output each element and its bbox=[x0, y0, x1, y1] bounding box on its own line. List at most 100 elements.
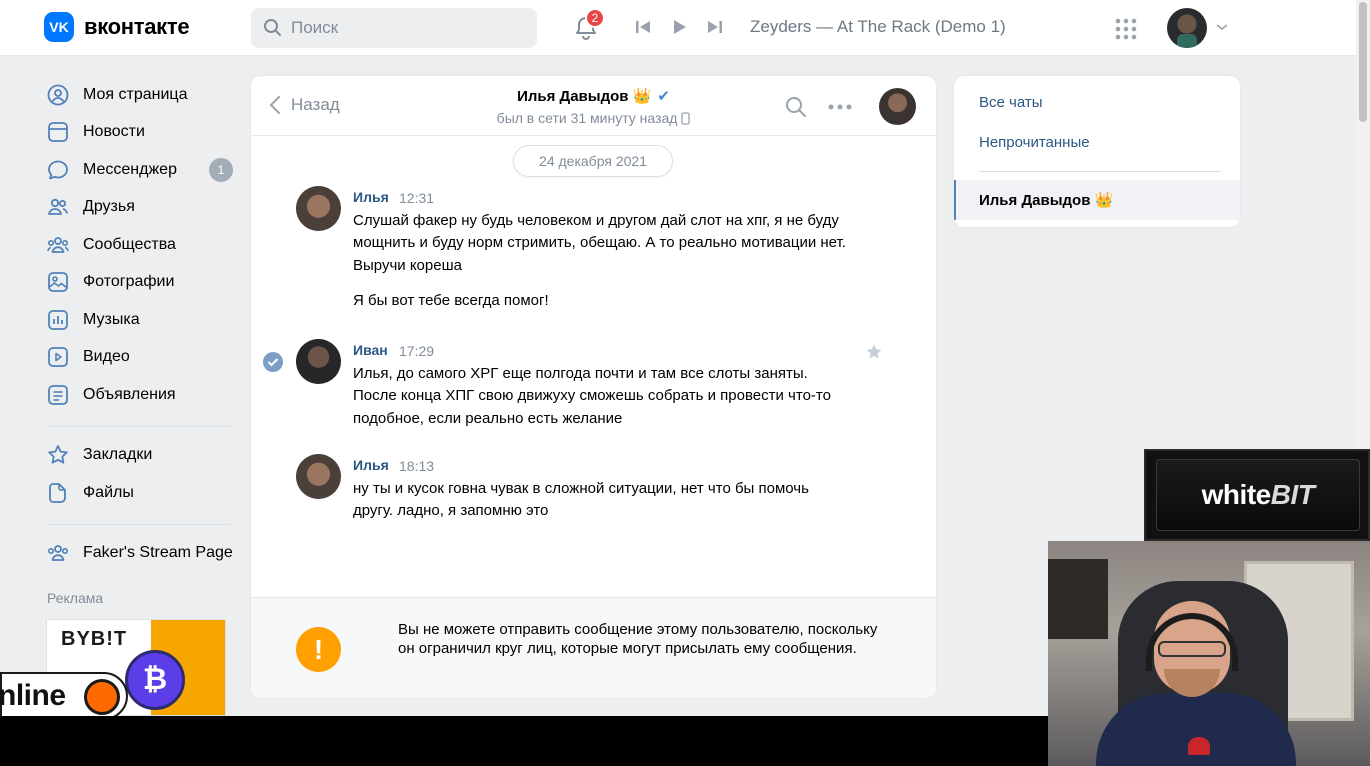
previous-track-icon[interactable] bbox=[634, 18, 652, 36]
file-icon bbox=[46, 481, 70, 505]
top-header: VK вконтакте 2 Zeyders — At The Rack (De… bbox=[0, 0, 1356, 56]
audio-player-controls bbox=[634, 18, 724, 36]
verified-icon: ✔ bbox=[657, 88, 670, 105]
sidebar-item-files[interactable]: Файлы bbox=[46, 474, 236, 512]
whitebit-white-text: white bbox=[1201, 479, 1272, 510]
active-chat-item[interactable]: Илья Давыдов 👑 bbox=[954, 180, 1240, 220]
friends-icon bbox=[46, 195, 70, 219]
message-avatar[interactable] bbox=[296, 454, 341, 499]
star-icon[interactable] bbox=[864, 342, 884, 362]
more-options-icon[interactable] bbox=[828, 104, 852, 110]
next-track-icon[interactable] bbox=[706, 18, 724, 36]
sidebar-item-video[interactable]: Видео bbox=[46, 339, 236, 377]
sidebar-divider bbox=[46, 523, 230, 525]
current-track-title[interactable]: Zeyders — At The Rack (Demo 1) bbox=[750, 17, 1006, 37]
sidebar-item-label: Объявления bbox=[83, 385, 176, 403]
sidebar-item-label: Музыка bbox=[83, 310, 140, 328]
music-icon bbox=[46, 308, 70, 332]
webcam-overlay bbox=[1048, 541, 1370, 766]
warning-icon: ! bbox=[296, 627, 341, 672]
sidebar-item-label: Друзья bbox=[83, 198, 135, 216]
vk-logo-mark: VK bbox=[44, 12, 74, 42]
sidebar-item-my-page[interactable]: Моя страница bbox=[46, 76, 236, 114]
filter-unread[interactable]: Непрочитанные bbox=[979, 134, 1090, 151]
peer-name-text: Илья Давыдов bbox=[517, 88, 629, 105]
message-avatar[interactable] bbox=[296, 339, 341, 384]
sidebar-item-bookmarks[interactable]: Закладки bbox=[46, 437, 236, 475]
message-text: Слушай факер ну будь человеком и другом … bbox=[353, 212, 846, 274]
bitcoin-icon: ₿ bbox=[125, 650, 185, 710]
online-overlay-text: nline bbox=[0, 679, 66, 712]
sidebar-item-messenger[interactable]: Мессенджер 1 bbox=[46, 151, 236, 189]
vk-logo[interactable]: VK вконтакте bbox=[44, 12, 190, 42]
sidebar-item-friends[interactable]: Друзья bbox=[46, 189, 236, 227]
stream-online-overlay: nline bbox=[0, 672, 128, 720]
chevron-down-icon[interactable] bbox=[1215, 22, 1229, 32]
peer-avatar[interactable] bbox=[879, 88, 916, 125]
classifieds-icon bbox=[46, 383, 70, 407]
apps-grid-icon[interactable] bbox=[1114, 17, 1138, 41]
active-chat-label: Илья Давыдов 👑 bbox=[979, 192, 1114, 209]
messenger-counter-badge: 1 bbox=[209, 158, 233, 182]
sidebar-item-music[interactable]: Музыка bbox=[46, 301, 236, 339]
message-text: Илья, до самого ХРГ еще полгода почти и … bbox=[353, 365, 831, 427]
webcam-shelf bbox=[1048, 559, 1108, 639]
sidebar-item-label: Сообщества bbox=[83, 235, 176, 253]
selected-check-icon[interactable] bbox=[263, 352, 283, 372]
sidebar-item-fakers-stream-page[interactable]: Faker's Stream Page bbox=[46, 535, 236, 573]
sidebar-item-label: Фотографии bbox=[83, 273, 175, 291]
sidebar-item-photos[interactable]: Фотографии bbox=[46, 264, 236, 302]
message-text: ну ты и кусок говна чувак в сложной ситу… bbox=[353, 480, 809, 520]
date-separator: 24 декабря 2021 bbox=[513, 145, 673, 177]
search-box[interactable] bbox=[251, 8, 537, 48]
santa-hat-icon bbox=[1188, 737, 1210, 755]
sidebar-item-label: Мессенджер bbox=[83, 160, 177, 178]
scrollbar-thumb[interactable] bbox=[1359, 2, 1367, 122]
search-icon bbox=[264, 19, 281, 36]
sidebar-item-label: Видео bbox=[83, 348, 130, 366]
peer-name[interactable]: Илья Давыдов 👑 ✔ bbox=[251, 87, 936, 105]
message-author[interactable]: Илья bbox=[353, 457, 389, 473]
panel-divider bbox=[979, 171, 1221, 172]
photo-icon bbox=[46, 270, 70, 294]
communities-icon bbox=[46, 233, 70, 257]
profile-avatar[interactable] bbox=[1167, 8, 1207, 48]
search-input[interactable] bbox=[291, 18, 511, 38]
chat-bubble-icon bbox=[46, 158, 70, 182]
whitebit-logo: white BIT bbox=[1156, 459, 1360, 531]
chat-filter-panel: Все чаты Непрочитанные Илья Давыдов 👑 bbox=[954, 76, 1240, 227]
user-circle-icon bbox=[46, 83, 70, 107]
mobile-device-icon bbox=[681, 112, 690, 125]
conversation-header: Назад Илья Давыдов 👑 ✔ был в сети 31 мину… bbox=[251, 76, 936, 136]
message-restriction-notice: ! Вы не можете отправить сообщение этому… bbox=[251, 597, 936, 698]
message-author[interactable]: Илья bbox=[353, 189, 389, 205]
live-dot-icon bbox=[84, 679, 120, 715]
sidebar-item-label: Файлы bbox=[83, 483, 134, 501]
ad-brand-logo: BYB!T bbox=[61, 628, 128, 650]
sidebar-item-news[interactable]: Новости bbox=[46, 114, 236, 152]
message-avatar[interactable] bbox=[296, 186, 341, 231]
filter-all-chats[interactable]: Все чаты bbox=[979, 94, 1043, 111]
sidebar-divider bbox=[46, 425, 230, 427]
ads-label: Реклама bbox=[47, 590, 104, 606]
message-text: Я бы вот тебе всегда помог! bbox=[353, 292, 549, 309]
sidebar-item-label: Моя страница bbox=[83, 85, 188, 103]
news-icon bbox=[46, 120, 70, 144]
star-icon bbox=[46, 443, 70, 467]
sidebar-item-label: Новости bbox=[83, 123, 145, 141]
crown-icon: 👑 bbox=[632, 88, 652, 105]
peer-status-text: был в сети 31 минуту назад bbox=[496, 110, 678, 126]
play-icon[interactable] bbox=[670, 18, 688, 36]
message-author[interactable]: Иван bbox=[353, 342, 388, 358]
whitebit-bit-text: BIT bbox=[1270, 479, 1315, 510]
search-icon[interactable] bbox=[785, 96, 807, 118]
warning-text: Вы не можете отправить сообщение этому п… bbox=[398, 621, 878, 657]
message-time[interactable]: 18:13 bbox=[399, 458, 434, 474]
conversation-panel: Назад Илья Давыдов 👑 ✔ был в сети 31 мину… bbox=[251, 76, 936, 698]
sidebar-item-classifieds[interactable]: Объявления bbox=[46, 376, 236, 414]
message-time[interactable]: 17:29 bbox=[399, 343, 434, 359]
message-time[interactable]: 12:31 bbox=[399, 190, 434, 206]
left-sidebar: Моя страница Новости Мессенджер 1 Друзья… bbox=[46, 76, 236, 572]
sidebar-item-communities[interactable]: Сообщества bbox=[46, 226, 236, 264]
whitebit-sponsor-overlay: white BIT bbox=[1144, 449, 1370, 541]
